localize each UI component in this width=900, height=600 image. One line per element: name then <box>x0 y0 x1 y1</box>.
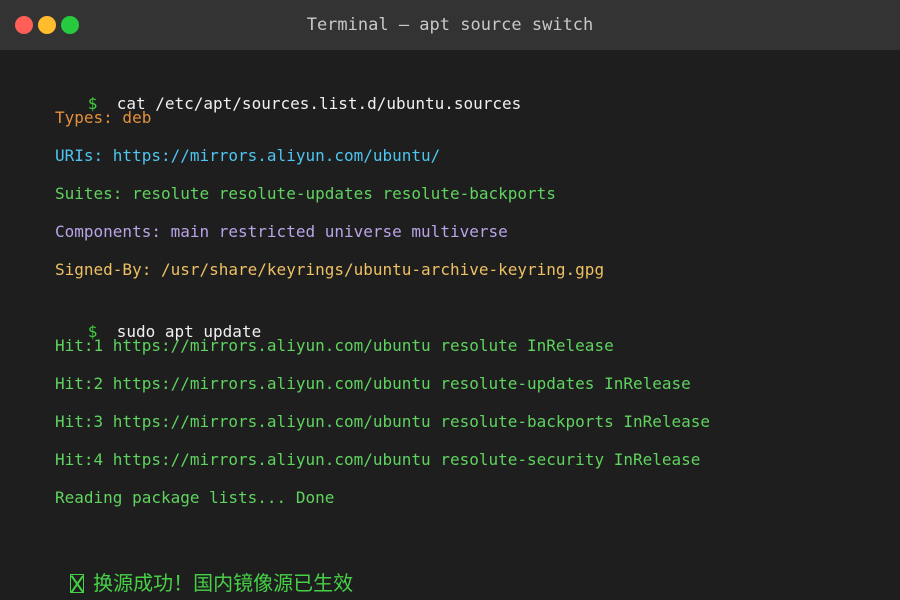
sources-types-line: Types: deb <box>55 108 152 127</box>
sources-signed-by-line: Signed-By: /usr/share/keyrings/ubuntu-ar… <box>55 260 605 279</box>
output-line: Reading package lists... Done <box>55 488 335 507</box>
sources-uris-line: URIs: https://mirrors.aliyun.com/ubuntu/ <box>55 146 441 165</box>
output-line: Hit:4 https://mirrors.aliyun.com/ubuntu … <box>55 450 701 469</box>
check-box-icon <box>70 574 85 593</box>
command-line: $ cat /etc/apt/sources.list.d/ubuntu.sou… <box>30 68 521 113</box>
command-text: cat /etc/apt/sources.list.d/ubuntu.sourc… <box>116 94 522 113</box>
command-line: $ sudo apt update <box>30 296 261 341</box>
title-bar: Terminal — apt source switch <box>0 0 900 50</box>
output-line: Hit:3 https://mirrors.aliyun.com/ubuntu … <box>55 412 711 431</box>
terminal-output[interactable]: $ cat /etc/apt/sources.list.d/ubuntu.sou… <box>0 50 900 600</box>
terminal-window: Terminal — apt source switch $ cat /etc/… <box>0 0 900 600</box>
output-line: Hit:2 https://mirrors.aliyun.com/ubuntu … <box>55 374 691 393</box>
success-message-text: 换源成功！国内镜像源已生效 <box>93 571 354 595</box>
sources-components-line: Components: main restricted universe mul… <box>55 222 508 241</box>
window-title: Terminal — apt source switch <box>306 15 594 35</box>
output-line: Hit:1 https://mirrors.aliyun.com/ubuntu … <box>55 336 614 355</box>
sources-suites-line: Suites: resolute resolute-updates resolu… <box>55 184 556 203</box>
success-message: 换源成功！国内镜像源已生效 <box>30 541 353 595</box>
